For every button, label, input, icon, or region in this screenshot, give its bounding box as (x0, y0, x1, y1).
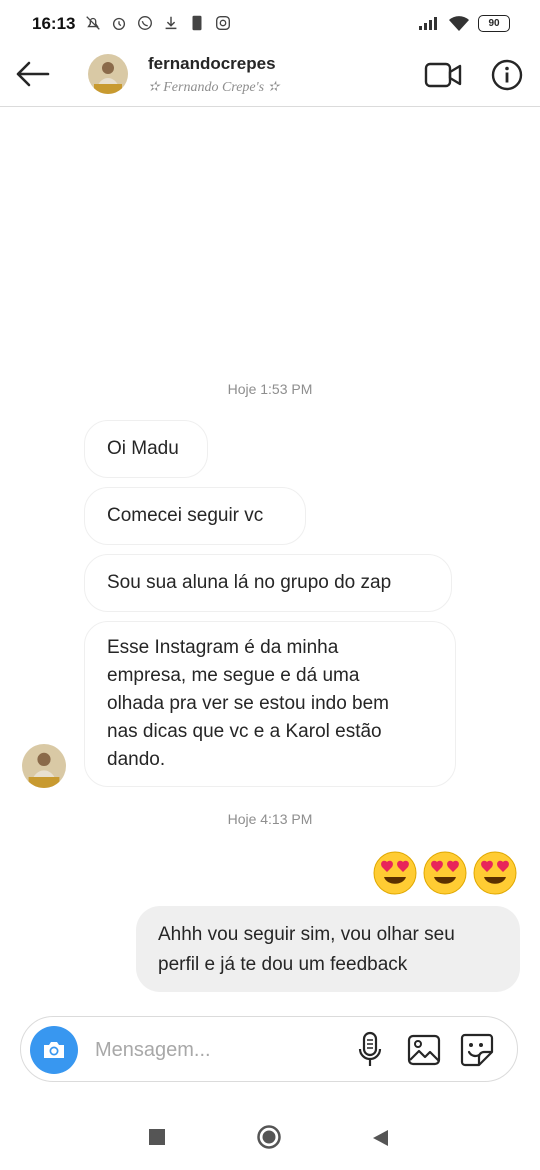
signal-icon (419, 17, 437, 30)
wifi-icon (449, 16, 469, 31)
chat-username[interactable]: fernandocrepes (148, 54, 276, 74)
camera-icon (44, 1042, 64, 1058)
alarm-icon (112, 17, 126, 30)
status-time: 16:13 (32, 14, 76, 33)
gallery-icon[interactable] (407, 1034, 441, 1066)
incoming-message[interactable]: Oi Madu (84, 420, 208, 478)
back-arrow-icon[interactable] (14, 60, 50, 88)
phone-icon (192, 15, 202, 31)
message-composer (20, 1016, 518, 1082)
message-line: Esse Instagram é da minha (107, 637, 339, 658)
heart-eyes-emoji-icon (423, 851, 467, 895)
system-icons: 90 (418, 14, 510, 32)
message-line: empresa, me segue e dá uma (107, 665, 360, 686)
message-line: olhada pra ver se estou indo bem (107, 693, 390, 714)
message-line: perfil e já te dou um feedback (158, 954, 408, 975)
message-line: nas dicas que vc e a Karol estão (107, 721, 382, 742)
incoming-message[interactable]: Comecei seguir vc (84, 487, 306, 545)
message-text: Comecei seguir vc (107, 505, 264, 526)
message-line: Ahhh vou seguir sim, vou olhar seu (158, 924, 455, 945)
battery-icon: 90 (478, 14, 510, 32)
chat-subtitle: ✫ Fernando Crepe's ✫ (148, 80, 280, 95)
instagram-icon (216, 16, 230, 30)
sticker-icon[interactable] (459, 1032, 495, 1068)
message-text: Sou sua aluna lá no grupo do zap (107, 572, 392, 593)
recents-square-icon[interactable] (149, 1129, 165, 1145)
microphone-icon[interactable] (357, 1031, 383, 1069)
mute-notifications-icon (86, 16, 100, 30)
sender-avatar[interactable] (22, 744, 66, 788)
heart-eyes-emoji-icon (473, 851, 517, 895)
message-timestamp: Hoje 4:13 PM (227, 811, 313, 827)
notification-icons (84, 14, 232, 32)
outgoing-message[interactable]: Ahhh vou seguir sim, vou olhar seu perfi… (136, 906, 520, 992)
incoming-message[interactable]: Sou sua aluna lá no grupo do zap (84, 554, 452, 612)
info-icon[interactable] (490, 58, 524, 92)
message-text: Oi Madu (107, 438, 179, 459)
message-input[interactable] (93, 1033, 297, 1067)
home-circle-icon[interactable] (257, 1125, 281, 1149)
download-icon (165, 16, 177, 30)
back-triangle-icon[interactable] (370, 1128, 390, 1148)
profile-avatar[interactable] (88, 54, 128, 94)
system-navigation-bar (0, 1100, 540, 1170)
whatsapp-icon (138, 16, 152, 30)
heart-eyes-emoji-icon (373, 851, 417, 895)
chat-header: fernandocrepes ✫ Fernando Crepe's ✫ (0, 48, 540, 107)
message-line: dando. (107, 749, 166, 770)
incoming-message[interactable]: Esse Instagram é da minha empresa, me se… (84, 621, 456, 787)
video-call-icon[interactable] (424, 60, 462, 90)
message-timestamp: Hoje 1:53 PM (227, 381, 313, 397)
status-bar: 16:13 90 (0, 0, 540, 48)
camera-button[interactable] (30, 1026, 78, 1074)
outgoing-emoji-message[interactable] (372, 850, 518, 896)
